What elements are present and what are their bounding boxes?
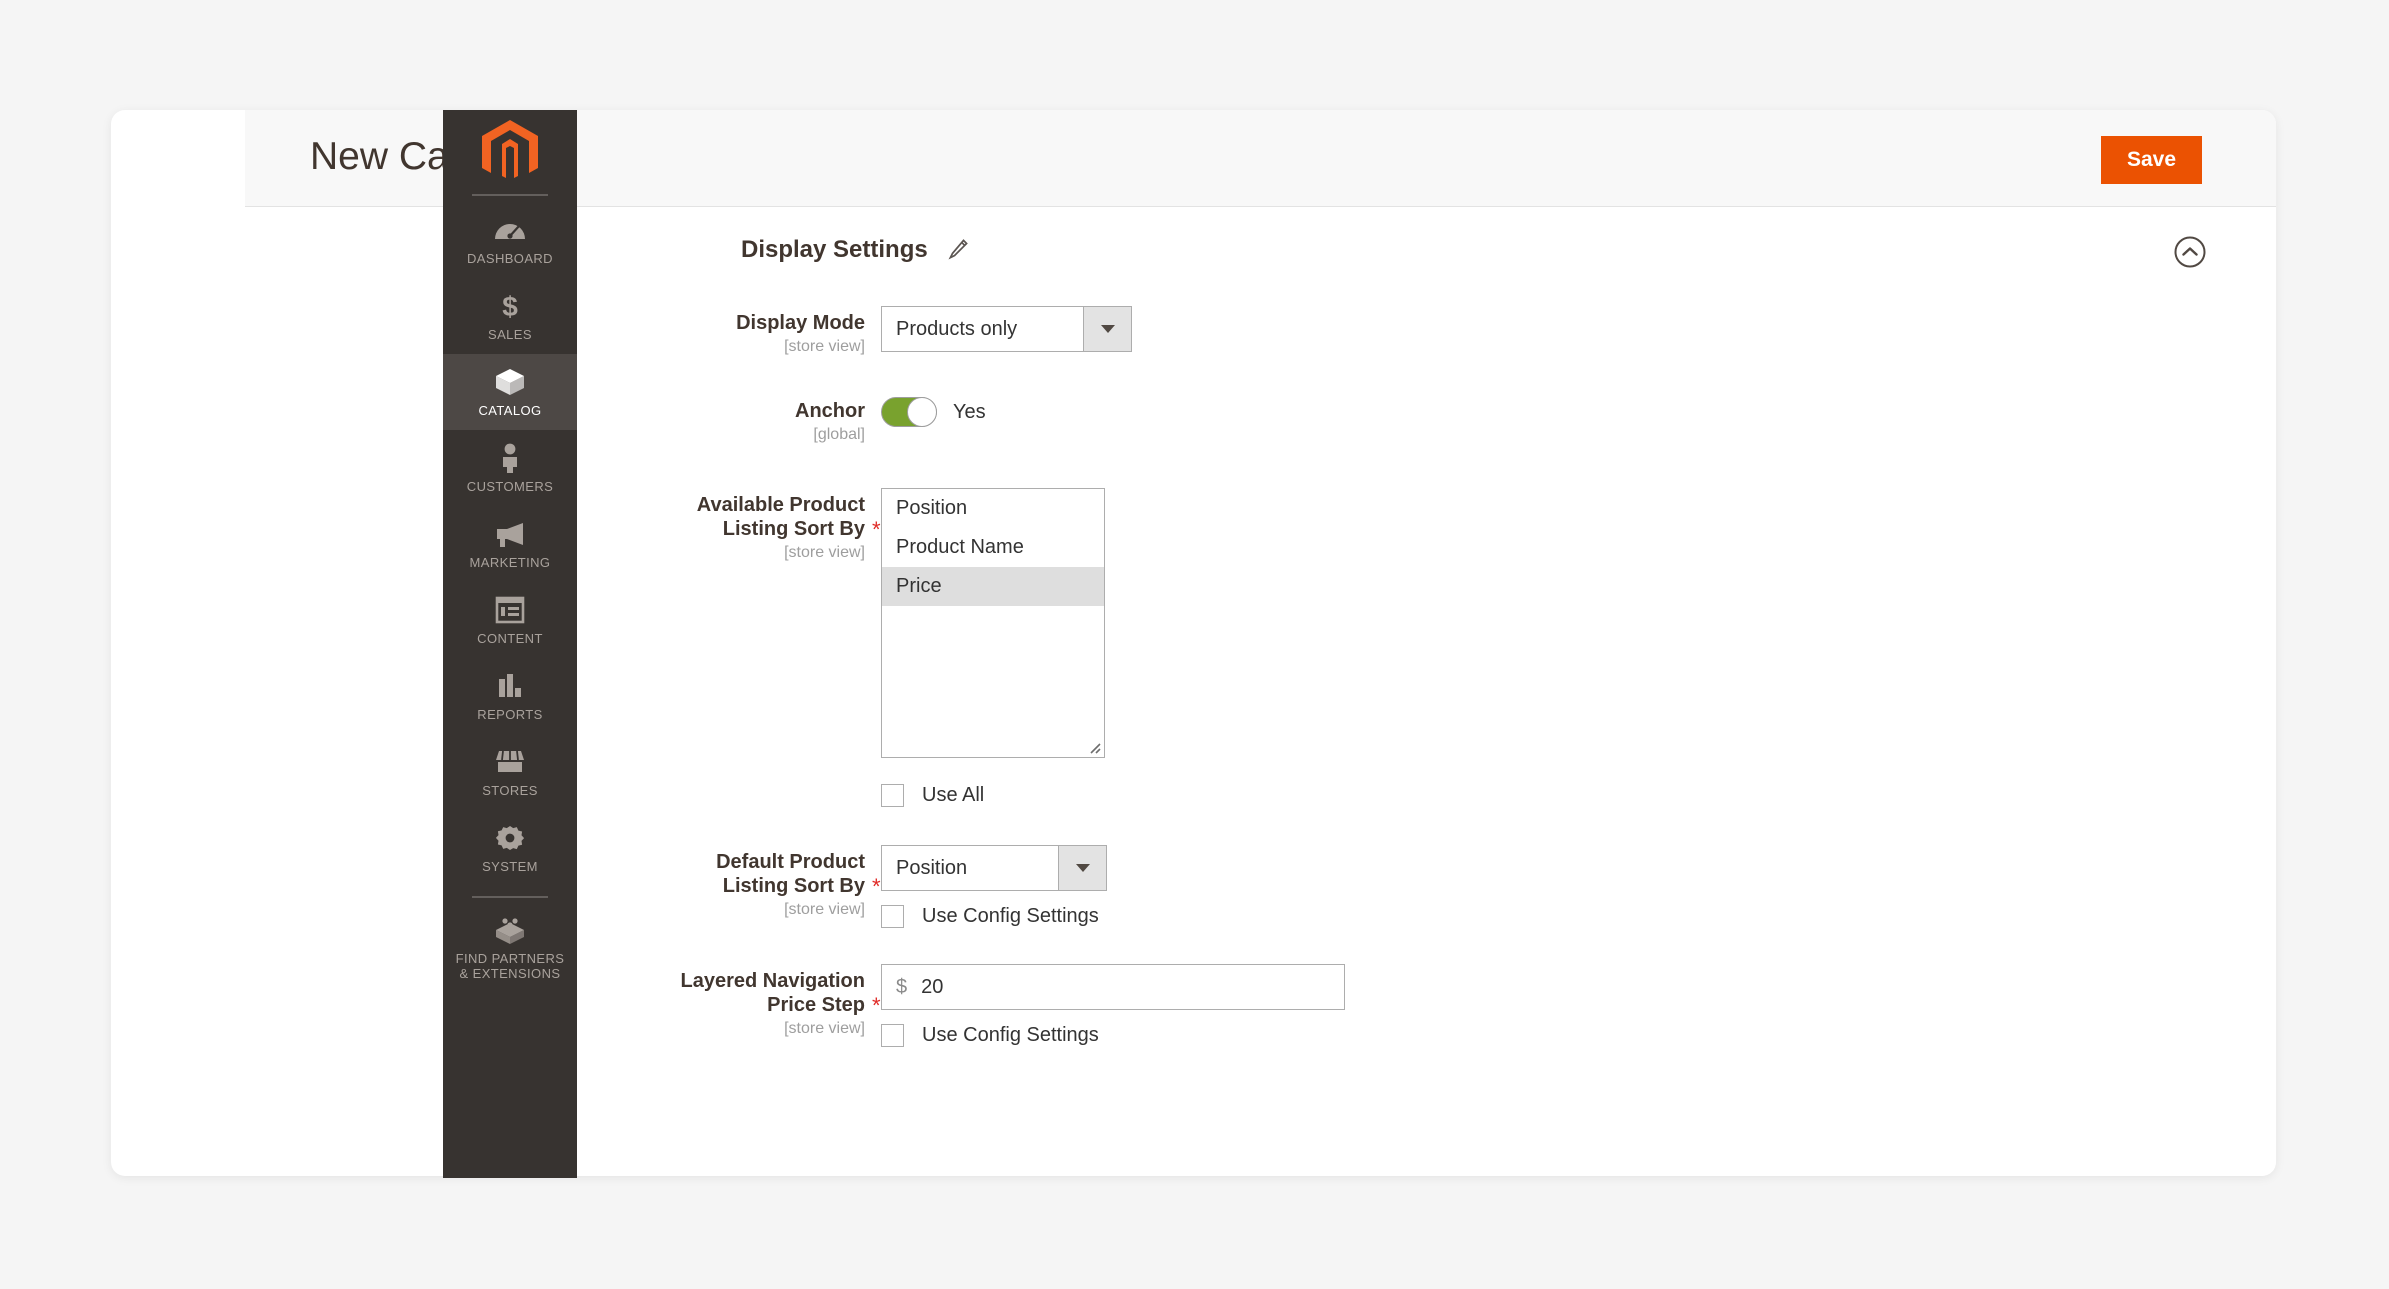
default-sort-use-config-row[interactable]: Use Config Settings xyxy=(881,905,2276,928)
sidebar-item-sales[interactable]: $ SALES xyxy=(443,278,577,354)
label-text: Display Mode xyxy=(736,312,865,334)
multiselect-option-selected[interactable]: Price xyxy=(882,567,1104,606)
main-sidebar: DASHBOARD $ SALES CATALOG CUSTOMERS MARK… xyxy=(443,110,577,1178)
sidebar-item-dashboard[interactable]: DASHBOARD xyxy=(443,202,577,278)
sidebar-item-system[interactable]: SYSTEM xyxy=(443,810,577,886)
required-asterisk: * xyxy=(872,517,881,542)
default-sort-select[interactable]: Position xyxy=(881,845,1107,891)
sidebar-item-customers[interactable]: CUSTOMERS xyxy=(443,430,577,506)
sidebar-item-label-line2: & EXTENSIONS xyxy=(459,966,561,981)
label-text-line1: Layered Navigation xyxy=(680,970,865,992)
price-step-use-config-row[interactable]: Use Config Settings xyxy=(881,1024,2276,1047)
multiselect-option[interactable]: Product Name xyxy=(882,528,1104,567)
sidebar-item-stores[interactable]: STORES xyxy=(443,734,577,810)
extensions-icon xyxy=(445,915,575,945)
sidebar-item-label: REPORTS xyxy=(477,707,543,722)
chevron-down-icon[interactable] xyxy=(1058,846,1106,890)
label-text-line2: Price Step xyxy=(767,994,865,1016)
person-icon xyxy=(445,443,575,473)
chevron-down-icon[interactable] xyxy=(1083,307,1131,351)
field-control-anchor: Yes xyxy=(881,394,2276,427)
field-control-display-mode: Products only xyxy=(881,306,2276,352)
magento-logo[interactable] xyxy=(443,110,577,194)
sidebar-item-reports[interactable]: REPORTS xyxy=(443,658,577,734)
anchor-toggle-value: Yes xyxy=(953,400,986,423)
use-all-checkbox-row[interactable]: Use All xyxy=(881,784,2276,807)
dashboard-icon xyxy=(445,215,575,245)
sidebar-item-content[interactable]: CONTENT xyxy=(443,582,577,658)
use-all-label: Use All xyxy=(922,784,985,806)
layout-icon xyxy=(445,595,575,625)
label-text-line1: Default Product xyxy=(716,851,865,873)
sidebar-item-label-line1: FIND PARTNERS xyxy=(455,951,565,966)
box-icon xyxy=(445,367,575,397)
default-sort-value: Position xyxy=(896,856,968,879)
sidebar-item-find-partners[interactable]: FIND PARTNERS & EXTENSIONS xyxy=(443,902,577,993)
sidebar-item-label: STORES xyxy=(482,783,538,798)
field-control-price-step: $ 20 Use Config Settings xyxy=(881,964,2276,1047)
resize-grip-icon[interactable] xyxy=(1087,740,1101,754)
label-text: Anchor xyxy=(795,400,865,422)
save-button[interactable]: Save xyxy=(2100,136,2202,184)
use-config-checkbox[interactable] xyxy=(881,1024,904,1047)
available-sort-multiselect[interactable]: Position Product Name Price xyxy=(881,488,1105,758)
pencil-icon[interactable] xyxy=(947,238,969,265)
sidebar-divider-bottom xyxy=(472,896,548,898)
price-step-value: 20 xyxy=(921,975,944,998)
dollar-icon: $ xyxy=(445,291,575,322)
price-step-input[interactable]: $ 20 xyxy=(881,964,1345,1010)
label-text-line1: Available Product xyxy=(696,494,865,516)
sidebar-item-catalog[interactable]: CATALOG xyxy=(443,354,577,430)
required-asterisk: * xyxy=(872,993,881,1018)
use-config-label: Use Config Settings xyxy=(922,1024,1099,1046)
use-config-checkbox[interactable] xyxy=(881,905,904,928)
sidebar-item-label: MARKETING xyxy=(469,555,551,570)
chevron-up-circle-icon[interactable] xyxy=(2173,235,2207,274)
multiselect-option[interactable]: Position xyxy=(882,489,1104,528)
sidebar-divider xyxy=(472,194,548,196)
section-title: Display Settings xyxy=(741,236,928,263)
sidebar-item-label: CATALOG xyxy=(478,403,542,418)
currency-symbol: $ xyxy=(896,975,908,998)
use-all-checkbox[interactable] xyxy=(881,784,904,807)
sidebar-item-label: CONTENT xyxy=(477,631,543,646)
use-config-label: Use Config Settings xyxy=(922,905,1099,927)
megaphone-icon xyxy=(445,519,575,549)
sidebar-item-label: SALES xyxy=(488,327,532,342)
anchor-toggle[interactable] xyxy=(881,397,937,427)
sidebar-item-marketing[interactable]: MARKETING xyxy=(443,506,577,582)
toggle-knob xyxy=(907,397,937,427)
field-control-available-sort: Position Product Name Price Use All xyxy=(881,488,2276,807)
magento-logo-icon xyxy=(482,120,538,178)
sidebar-item-label: CUSTOMERS xyxy=(466,479,554,494)
gear-icon xyxy=(445,823,575,853)
label-text-line2: Listing Sort By xyxy=(722,518,865,540)
svg-text:$: $ xyxy=(502,291,518,321)
display-mode-value: Products only xyxy=(896,317,1018,340)
anchor-toggle-row: Yes xyxy=(881,394,2276,427)
label-text-line2: Listing Sort By xyxy=(722,875,865,897)
sidebar-item-label: DASHBOARD xyxy=(467,251,553,266)
field-control-default-sort: Position Use Config Settings xyxy=(881,845,2276,928)
bar-chart-icon xyxy=(445,671,575,701)
required-asterisk: * xyxy=(872,874,881,899)
sidebar-item-label: SYSTEM xyxy=(482,859,538,874)
storefront-icon xyxy=(445,747,575,777)
display-mode-select[interactable]: Products only xyxy=(881,306,1132,352)
admin-panel-card: New Category Save Display Settings Displ… xyxy=(111,110,2276,1176)
